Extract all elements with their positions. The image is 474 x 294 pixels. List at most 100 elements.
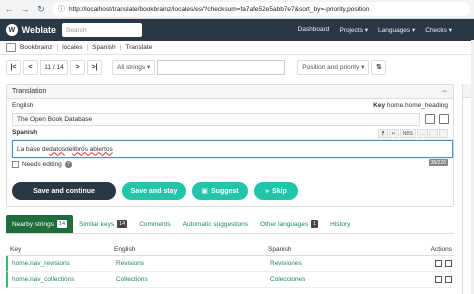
help-icon[interactable]: ?: [64, 161, 72, 168]
breadcrumb: Bookbrainz | locales | Spanish | Transla…: [0, 41, 474, 55]
target-text-part: de: [65, 145, 73, 153]
tab-similar-keys[interactable]: Similar keys 14: [73, 215, 133, 233]
breadcrumb-separator: |: [86, 44, 89, 51]
tab-label: Automatic suggestions: [182, 220, 249, 228]
breadcrumb-separator: |: [119, 44, 122, 51]
column-header-key: Key: [10, 246, 22, 253]
needs-editing-toggle[interactable]: Needs editing ?: [12, 161, 72, 168]
tab-comments[interactable]: Comments: [133, 215, 176, 233]
key-value: home.home_heading: [386, 102, 448, 109]
copy-icon[interactable]: [435, 276, 442, 283]
copy-icon[interactable]: [425, 114, 435, 124]
target-language-label: Spanish: [12, 129, 38, 136]
table-row[interactable]: home.nav_collections Collections Colecci…: [6, 272, 454, 288]
needs-editing-label: Needs editing: [22, 161, 62, 168]
nav-projects[interactable]: Projects ▾: [339, 26, 368, 34]
clone-icon[interactable]: [445, 260, 452, 267]
forward-icon[interactable]: →: [20, 4, 30, 14]
row-key[interactable]: home.nav_revisions: [8, 260, 112, 267]
count-badge: 1: [311, 220, 319, 228]
info-icon[interactable]: ⓘ: [58, 4, 65, 14]
skip-label: Skip: [272, 187, 287, 195]
translation-textarea[interactable]: La base de datos de libros abiertos: [12, 140, 453, 158]
previous-string-button[interactable]: <: [23, 59, 38, 75]
url-text: http://localhost/translate/bookbrainz/lo…: [69, 5, 370, 13]
count-badge: 14: [117, 220, 128, 228]
suggest-button[interactable]: ▣ Suggest: [192, 182, 248, 200]
suggest-label: Suggest: [211, 187, 239, 195]
target-text-misspelled: datos: [49, 145, 66, 153]
sort-dropdown[interactable]: Position and priority ▾: [297, 59, 370, 75]
nav-checks[interactable]: Checks ▾: [425, 26, 452, 34]
last-string-button[interactable]: >|: [87, 59, 102, 75]
tab-label: Similar keys: [79, 220, 115, 228]
weblate-logo-icon: W: [6, 24, 18, 36]
back-icon[interactable]: ←: [4, 4, 14, 14]
next-string-button[interactable]: >: [70, 59, 85, 75]
skip-button[interactable]: » Skip: [254, 182, 298, 200]
nav-languages[interactable]: Languages ▾: [378, 26, 415, 34]
insert-ellipsis-button[interactable]: …: [417, 129, 428, 138]
key-label: Key: [373, 102, 386, 109]
breadcrumb-language[interactable]: Spanish: [92, 44, 116, 51]
breadcrumb-component[interactable]: locales: [62, 44, 82, 51]
insert-newline-button[interactable]: ↵: [388, 129, 399, 138]
sort-direction-button[interactable]: ⇅: [371, 59, 387, 75]
row-spanish: Colecciones: [270, 276, 306, 283]
save-continue-button[interactable]: Save and continue: [12, 182, 116, 200]
first-string-button[interactable]: |<: [6, 59, 21, 75]
top-navbar: W Weblate Search Dashboard Projects ▾ La…: [0, 19, 474, 41]
reload-icon[interactable]: ↻: [36, 4, 46, 15]
project-icon: [6, 43, 16, 52]
skip-icon: »: [265, 187, 270, 195]
link-icon[interactable]: ⇔: [441, 88, 448, 95]
clear-icon[interactable]: [439, 129, 448, 138]
insert-pilcrow-button[interactable]: ⁋: [378, 129, 388, 138]
target-text-misspelled: libros abiertos: [72, 145, 113, 153]
action-buttons: Save and continue Save and stay ▣ Sugges…: [12, 182, 298, 200]
address-bar[interactable]: ⓘ http://localhost/translate/bookbrainz/…: [52, 2, 470, 16]
search-input[interactable]: Search: [62, 23, 142, 37]
brand-name: Weblate: [21, 25, 56, 35]
row-actions: [420, 276, 454, 283]
string-navigation-toolbar: |< < 11 / 14 > >| All strings ▾ Position…: [0, 55, 474, 79]
row-english: Collections: [116, 276, 148, 283]
tab-label: Nearby strings: [12, 220, 54, 228]
clone-icon[interactable]: [445, 276, 452, 283]
editor-toolbar: ⁋ ↵ NBS …: [378, 129, 448, 138]
table-header: Key English Spanish Actions: [6, 244, 454, 256]
source-language-label: English: [12, 102, 34, 109]
save-stay-button[interactable]: Save and stay: [122, 182, 186, 200]
row-english: Revisions: [116, 260, 145, 267]
position-counter: 11 / 14: [40, 59, 68, 75]
tab-automatic-suggestions[interactable]: Automatic suggestions: [177, 215, 254, 233]
copy-icon[interactable]: [435, 260, 442, 267]
context-tabs: Nearby strings 14 Similar keys 14 Commen…: [6, 215, 454, 234]
tab-label: Comments: [139, 220, 171, 228]
breadcrumb-separator: |: [56, 44, 59, 51]
breadcrumb-current: Translate: [125, 44, 153, 51]
tab-nearby-strings[interactable]: Nearby strings 14: [6, 215, 74, 233]
panel-header: Translation ⇔: [7, 85, 453, 99]
clone-icon[interactable]: [439, 114, 449, 124]
tab-label: Other languages: [260, 220, 309, 228]
needs-editing-checkbox[interactable]: [12, 161, 19, 168]
nav-dashboard[interactable]: Dashboard: [298, 26, 330, 34]
target-text-part: La base de: [17, 145, 50, 153]
breadcrumb-project[interactable]: Bookbrainz: [20, 44, 53, 51]
copy-source-icon[interactable]: [429, 129, 438, 138]
nearby-strings-table: Key English Spanish Actions home.nav_rev…: [6, 244, 454, 288]
source-text: The Open Book Database: [12, 113, 420, 126]
tab-label: History: [330, 220, 351, 228]
brand[interactable]: W Weblate: [6, 24, 56, 36]
filter-dropdown[interactable]: All strings ▾: [112, 59, 156, 75]
browser-toolbar: ← → ↻ ⓘ http://localhost/translate/bookb…: [0, 0, 474, 19]
query-input[interactable]: [157, 59, 286, 75]
char-counter: 35/220: [428, 159, 448, 166]
row-key[interactable]: home.nav_collections: [8, 276, 112, 283]
tab-history[interactable]: History: [324, 215, 356, 233]
insert-nbsp-button[interactable]: NBS: [399, 129, 416, 138]
column-header-english: English: [114, 246, 136, 253]
table-row[interactable]: home.nav_revisions Revisions Revisiones: [6, 256, 454, 272]
tab-other-languages[interactable]: Other languages 1: [254, 215, 324, 233]
